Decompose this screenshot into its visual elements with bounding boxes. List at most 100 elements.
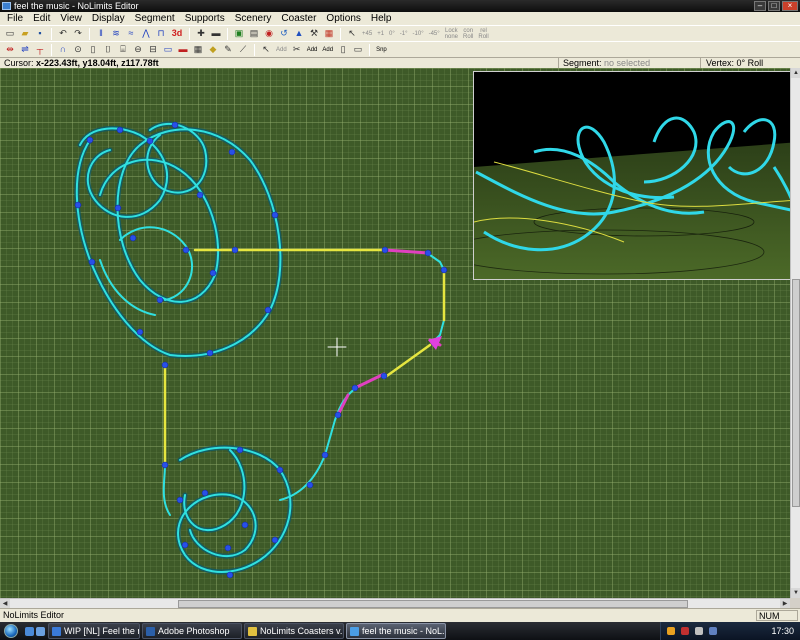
3d-view-icon[interactable]: 3d: [169, 27, 185, 40]
taskbar-clock[interactable]: 17:30: [771, 626, 794, 636]
taskbar-item-nolimits-coasters[interactable]: NoLimits Coasters v...: [244, 623, 344, 639]
menu-segment[interactable]: Segment: [130, 13, 180, 24]
roll-minus10-button[interactable]: -10°: [411, 27, 426, 40]
clipboard-icon[interactable]: ▯: [336, 43, 350, 56]
film-icon[interactable]: ▦: [322, 27, 336, 40]
close-button[interactable]: ×: [782, 1, 798, 11]
add-button-1[interactable]: Add: [274, 43, 289, 56]
render-icon[interactable]: ▣: [232, 27, 246, 40]
photoshop-icon: [146, 627, 155, 636]
con-roll-button[interactable]: con Roll: [461, 27, 475, 40]
tray-app-icon[interactable]: [709, 627, 717, 635]
tray-volume-icon[interactable]: [695, 627, 703, 635]
taskbar-item-nolimits-editor[interactable]: feel the music - NoL...: [346, 623, 446, 639]
menu-supports[interactable]: Supports: [180, 13, 230, 24]
scroll-up-arrow-icon[interactable]: ▲: [791, 68, 800, 78]
redo-icon[interactable]: ↷: [71, 27, 85, 40]
station-icon[interactable]: ▦: [191, 43, 205, 56]
roll-plus1-button[interactable]: +1: [375, 27, 386, 40]
select-cursor-icon[interactable]: ↖: [345, 27, 359, 40]
minimize-button[interactable]: –: [754, 1, 766, 11]
3d-preview-window[interactable]: [473, 71, 799, 280]
vertex-value: 0° Roll: [736, 58, 764, 68]
menu-coaster[interactable]: Coaster: [276, 13, 321, 24]
maximize-button[interactable]: □: [768, 1, 780, 11]
main-toolbar: ▭ ▰ ▪ ↶ ↷ ‖ ≋ ≈ ⋀ ⊓ 3d ✚ ▬ ▣ ▤ ◉ ↺ ▲ ⚒ ▦…: [0, 25, 800, 41]
segment-readout: Segment: no selected: [563, 58, 651, 68]
snap-button[interactable]: Snp: [374, 43, 389, 56]
barrel-icon[interactable]: ⊖: [131, 43, 145, 56]
node-tool-icon[interactable]: ⊙: [71, 43, 85, 56]
crate-icon[interactable]: ⊟: [146, 43, 160, 56]
window-title-bar[interactable]: feel the music - NoLimits Editor – □ ×: [0, 0, 800, 12]
doc-icon[interactable]: ▭: [351, 43, 365, 56]
roll-minus45-button[interactable]: -45°: [427, 27, 442, 40]
windows-taskbar: WIP [NL] Feel the m... Adobe Photoshop N…: [0, 622, 800, 640]
add-button-2[interactable]: Add: [305, 43, 320, 56]
horizontal-scrollbar[interactable]: ◀ ▶: [0, 598, 790, 609]
remove-node-icon[interactable]: ▬: [209, 27, 223, 40]
menu-bar: File Edit View Display Segment Supports …: [0, 12, 800, 25]
taskbar-item-wip[interactable]: WIP [NL] Feel the m...: [48, 623, 140, 639]
horizontal-scroll-thumb[interactable]: [178, 600, 688, 608]
pencil-icon[interactable]: ✎: [221, 43, 235, 56]
path-icon[interactable]: ⟋: [236, 43, 250, 56]
track-align-icon[interactable]: ⇌: [18, 43, 32, 56]
tray-security-icon[interactable]: [681, 627, 689, 635]
undo-icon[interactable]: ↶: [56, 27, 70, 40]
save-icon[interactable]: ▪: [33, 27, 47, 40]
start-button[interactable]: [0, 622, 22, 640]
track-view-icon[interactable]: ‖: [94, 27, 108, 40]
menu-help[interactable]: Help: [366, 13, 397, 24]
camera-icon[interactable]: ◉: [262, 27, 276, 40]
vertex-readout: Vertex: 0° Roll: [706, 58, 764, 68]
catwalk-icon[interactable]: ┬: [33, 43, 47, 56]
bank-view-icon[interactable]: ≈: [124, 27, 138, 40]
grid-icon[interactable]: ▤: [247, 27, 261, 40]
menu-scenery[interactable]: Scenery: [230, 13, 277, 24]
nolimits-icon: [350, 627, 359, 636]
tools-icon[interactable]: ⚒: [307, 27, 321, 40]
rel-roll-button[interactable]: rel Roll: [476, 27, 490, 40]
split-icon[interactable]: ✂: [290, 43, 304, 56]
capsule-icon[interactable]: ▯: [86, 43, 100, 56]
tray-network-icon[interactable]: [667, 627, 675, 635]
menu-view[interactable]: View: [55, 13, 87, 24]
scenery-view-icon[interactable]: ⊓: [154, 27, 168, 40]
segment-tool-icon[interactable]: ⇹: [3, 43, 17, 56]
switch-windows-icon[interactable]: [36, 626, 45, 636]
brake-icon[interactable]: ◆: [206, 43, 220, 56]
quick-launch: [25, 626, 45, 636]
browser-icon: [52, 627, 61, 636]
show-desktop-icon[interactable]: [25, 626, 34, 636]
add-node-icon[interactable]: ✚: [194, 27, 208, 40]
vertical-scrollbar[interactable]: ▲ ▼: [790, 68, 800, 598]
wave-view-icon[interactable]: ≋: [109, 27, 123, 40]
menu-edit[interactable]: Edit: [28, 13, 55, 24]
folder-icon: [248, 627, 257, 636]
roll-icon[interactable]: ↺: [277, 27, 291, 40]
scroll-down-arrow-icon[interactable]: ▼: [791, 588, 800, 598]
loop-icon[interactable]: ∩: [56, 43, 70, 56]
bench-icon[interactable]: ▭: [161, 43, 175, 56]
supports-view-icon[interactable]: ⋀: [139, 27, 153, 40]
train-icon[interactable]: ▬: [176, 43, 190, 56]
arrow-cursor-icon[interactable]: ↖: [259, 43, 273, 56]
roll-zero-button[interactable]: 0°: [387, 27, 397, 40]
menu-options[interactable]: Options: [321, 13, 365, 24]
menu-file[interactable]: File: [2, 13, 28, 24]
roll-minus1-button[interactable]: -1°: [398, 27, 410, 40]
add-button-3[interactable]: Add: [320, 43, 335, 56]
taskbar-item-photoshop[interactable]: Adobe Photoshop: [142, 623, 242, 639]
new-file-icon[interactable]: ▭: [3, 27, 17, 40]
roll-plus45-button[interactable]: +45: [360, 27, 374, 40]
open-folder-icon[interactable]: ▰: [18, 27, 32, 40]
pyramid-icon[interactable]: ▲: [292, 27, 306, 40]
vertical-scroll-thumb[interactable]: [792, 279, 800, 507]
menu-display[interactable]: Display: [87, 13, 130, 24]
status-text: NoLimits Editor: [3, 610, 65, 620]
column-icon[interactable]: ⌸: [116, 43, 130, 56]
windows-orb-icon: [4, 624, 18, 638]
cylinder-icon[interactable]: ⌷: [101, 43, 115, 56]
lock-none-button[interactable]: Lock none: [443, 27, 460, 40]
